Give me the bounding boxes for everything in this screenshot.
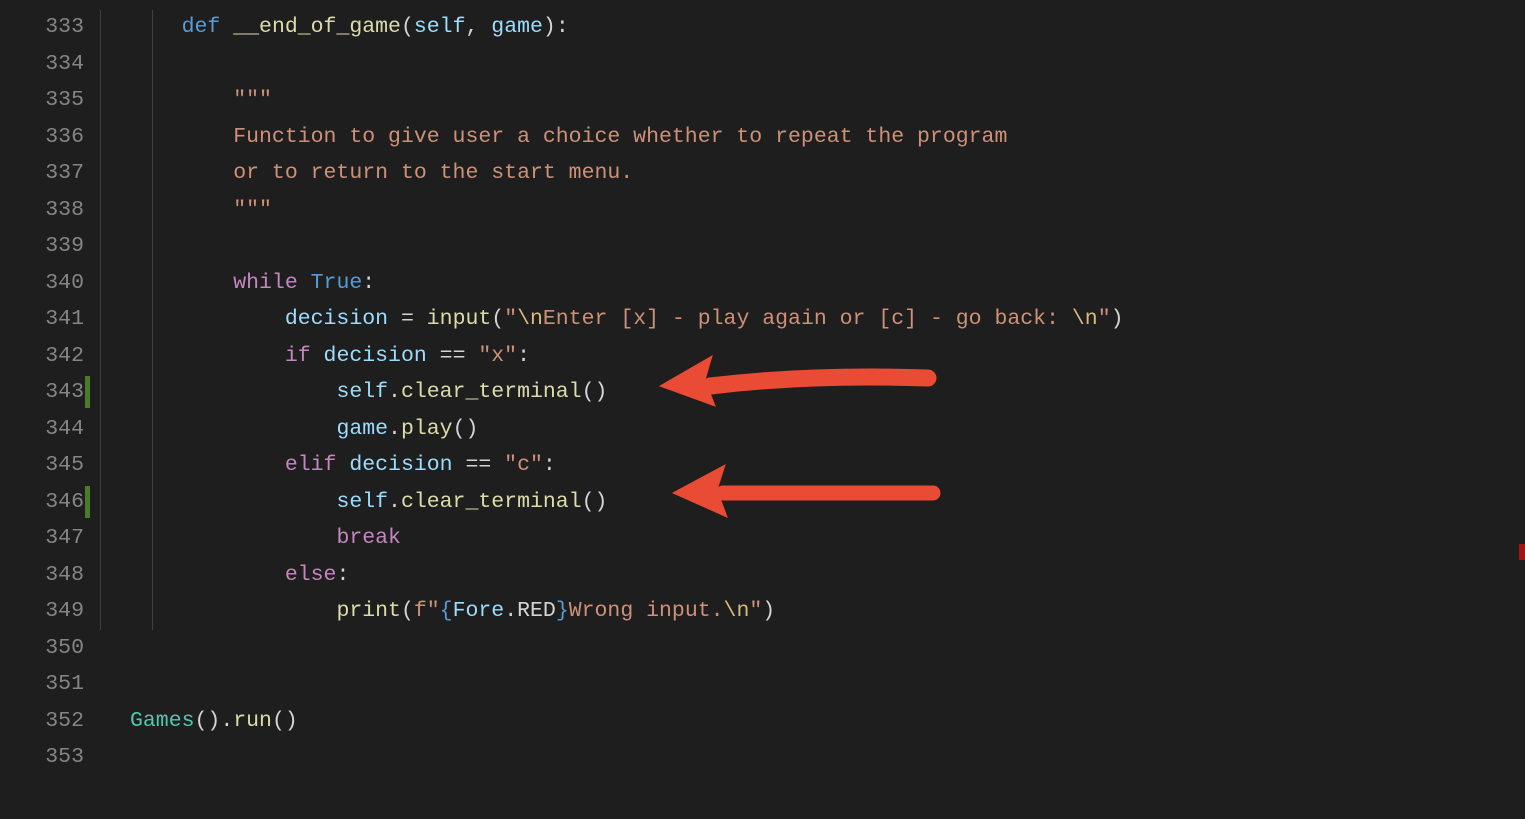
indent-guide (152, 10, 153, 630)
line-number: 341 (0, 301, 84, 338)
line-number: 342 (0, 338, 84, 375)
code-line[interactable]: print(f"{Fore.RED}Wrong input.\n") (130, 593, 1525, 630)
line-number: 351 (0, 666, 84, 703)
indent-guide (100, 10, 101, 630)
code-line[interactable]: while True: (130, 265, 1525, 302)
line-number: 335 (0, 82, 84, 119)
code-line[interactable] (130, 46, 1525, 83)
scrollbar-error-marker[interactable] (1519, 544, 1525, 560)
line-number: 336 (0, 119, 84, 156)
line-number: 348 (0, 557, 84, 594)
code-line[interactable]: def __end_of_game(self, game): (130, 9, 1525, 46)
code-line[interactable]: """ (130, 192, 1525, 229)
code-line[interactable] (130, 630, 1525, 667)
code-line[interactable]: or to return to the start menu. (130, 155, 1525, 192)
line-number: 353 (0, 739, 84, 776)
code-line[interactable]: elif decision == "c": (130, 447, 1525, 484)
code-line[interactable] (130, 666, 1525, 703)
modified-line-indicator (85, 486, 90, 518)
code-content-area[interactable]: def __end_of_game(self, game): """ Funct… (100, 0, 1525, 819)
code-line[interactable]: """ (130, 82, 1525, 119)
line-number-gutter: 3333343353363373383393403413423433443453… (0, 0, 100, 819)
line-number: 346 (0, 484, 84, 521)
code-line[interactable]: self.clear_terminal() (130, 484, 1525, 521)
code-line[interactable]: decision = input("\nEnter [x] - play aga… (130, 301, 1525, 338)
line-number: 333 (0, 9, 84, 46)
line-number: 344 (0, 411, 84, 448)
code-line[interactable]: Games().run() (130, 703, 1525, 740)
line-number: 350 (0, 630, 84, 667)
line-number: 343 (0, 374, 84, 411)
line-number: 339 (0, 228, 84, 265)
code-line[interactable]: if decision == "x": (130, 338, 1525, 375)
line-number: 345 (0, 447, 84, 484)
line-number: 349 (0, 593, 84, 630)
code-line[interactable] (130, 228, 1525, 265)
code-line[interactable]: break (130, 520, 1525, 557)
line-number: 352 (0, 703, 84, 740)
line-number: 347 (0, 520, 84, 557)
code-line[interactable]: self.clear_terminal() (130, 374, 1525, 411)
code-line[interactable]: Function to give user a choice whether t… (130, 119, 1525, 156)
line-number: 338 (0, 192, 84, 229)
code-line[interactable]: game.play() (130, 411, 1525, 448)
line-number: 337 (0, 155, 84, 192)
modified-line-indicator (85, 376, 90, 408)
code-line[interactable]: else: (130, 557, 1525, 594)
line-number: 340 (0, 265, 84, 302)
code-line[interactable] (130, 739, 1525, 776)
line-number: 334 (0, 46, 84, 83)
code-editor[interactable]: 3333343353363373383393403413423433443453… (0, 0, 1525, 819)
